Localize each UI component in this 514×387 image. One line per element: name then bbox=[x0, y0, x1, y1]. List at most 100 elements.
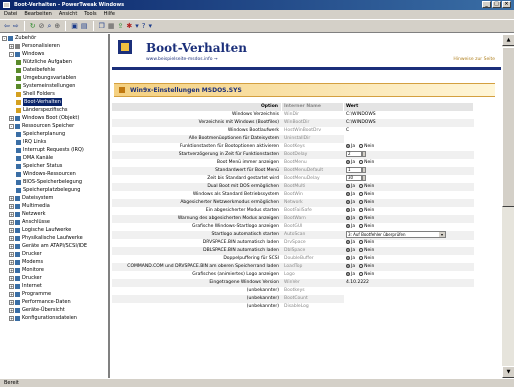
expand-icon[interactable]: + bbox=[9, 211, 14, 217]
no-radio[interactable] bbox=[359, 263, 364, 268]
dropdown-select[interactable]: 3: Auf Bootfehler überprüfen ▾ bbox=[346, 230, 446, 238]
forward-icon[interactable]: ⇨ bbox=[13, 21, 19, 31]
tree-item[interactable]: + Physikalische Laufwerke bbox=[0, 234, 108, 242]
tree-item[interactable]: Systemeinstellungen bbox=[0, 82, 108, 90]
no-radio[interactable] bbox=[359, 143, 364, 148]
expand-icon[interactable]: + bbox=[9, 267, 14, 273]
tree-item[interactable]: Boot-Verhalten bbox=[0, 98, 108, 106]
tree-item[interactable]: + Multimedia bbox=[0, 202, 108, 210]
expand-icon[interactable]: + bbox=[9, 291, 14, 297]
export-icon[interactable]: ⇪ bbox=[117, 21, 123, 31]
maximize-button[interactable]: □ bbox=[492, 1, 501, 8]
yes-radio[interactable] bbox=[346, 239, 350, 244]
tree-item[interactable]: Windows-Ressourcen bbox=[0, 170, 108, 178]
dropdown-arrow-icon[interactable]: ▾ bbox=[148, 21, 152, 31]
menu-ansicht[interactable]: Ansicht bbox=[59, 10, 77, 19]
yes-radio[interactable] bbox=[346, 159, 350, 164]
refresh-icon[interactable]: ↻ bbox=[30, 21, 36, 31]
tree-item[interactable]: IRQ Links bbox=[0, 138, 108, 146]
yes-radio[interactable] bbox=[346, 207, 350, 212]
tree-item[interactable]: + Modems bbox=[0, 258, 108, 266]
tree-item[interactable]: - Ressourcen Speicher bbox=[0, 122, 108, 130]
tree-item[interactable]: Umgebungsvariablen bbox=[0, 74, 108, 82]
scroll-down-icon[interactable]: ▼ bbox=[502, 366, 514, 378]
expand-icon[interactable]: + bbox=[9, 203, 14, 209]
yes-radio[interactable] bbox=[346, 143, 350, 148]
expand-icon[interactable]: + bbox=[9, 283, 14, 289]
tree-item[interactable]: + Drucker bbox=[0, 274, 108, 282]
tree-item[interactable]: + Netzwerk bbox=[0, 210, 108, 218]
no-radio[interactable] bbox=[359, 159, 364, 164]
tree-item[interactable]: + Monitore bbox=[0, 266, 108, 274]
tree-item[interactable]: + Anschlüsse bbox=[0, 218, 108, 226]
collapse-icon[interactable]: - bbox=[9, 123, 14, 129]
yes-radio[interactable] bbox=[346, 215, 350, 220]
collapse-icon[interactable]: - bbox=[9, 51, 14, 57]
copy-icon[interactable]: ❐ bbox=[99, 21, 105, 31]
tree-item[interactable]: Speicher Status bbox=[0, 162, 108, 170]
no-radio[interactable] bbox=[359, 207, 364, 212]
scroll-up-icon[interactable]: ▲ bbox=[502, 34, 514, 46]
website-link[interactable]: www.beispielseite-msdos.info → bbox=[146, 57, 218, 62]
minimize-button[interactable]: _ bbox=[482, 1, 491, 8]
zoom-icon[interactable]: ⊕ bbox=[54, 21, 60, 31]
tree-item[interactable]: - Windows bbox=[0, 50, 108, 58]
no-radio[interactable] bbox=[359, 215, 364, 220]
tree-item[interactable]: Nützliche Aufgaben bbox=[0, 58, 108, 66]
chevron-down-icon[interactable]: ▾ bbox=[439, 231, 445, 237]
vertical-scrollbar[interactable]: ▲ ▼ bbox=[501, 34, 514, 378]
tree-item[interactable]: + Personalisieren bbox=[0, 42, 108, 50]
tree-item[interactable]: Speicherplanung bbox=[0, 130, 108, 138]
expand-icon[interactable]: + bbox=[9, 315, 14, 321]
no-radio[interactable] bbox=[359, 223, 364, 228]
tree-item[interactable]: + Programme bbox=[0, 290, 108, 298]
tree-item[interactable]: Interrupt Requests (IRQ) bbox=[0, 146, 108, 154]
tree-item[interactable]: Shell Folders bbox=[0, 90, 108, 98]
no-radio[interactable] bbox=[359, 255, 364, 260]
expand-icon[interactable]: + bbox=[9, 299, 14, 305]
tree-item[interactable]: Speicherplatzbelegung bbox=[0, 186, 108, 194]
no-radio[interactable] bbox=[359, 271, 364, 276]
print-icon[interactable]: ▤ bbox=[81, 21, 88, 31]
no-radio[interactable] bbox=[359, 183, 364, 188]
yes-radio[interactable] bbox=[346, 223, 350, 228]
yes-radio[interactable] bbox=[346, 191, 350, 196]
tree-item[interactable]: + Internet bbox=[0, 282, 108, 290]
yes-radio[interactable] bbox=[346, 263, 350, 268]
expand-icon[interactable]: + bbox=[9, 243, 14, 249]
help-icon[interactable]: ? bbox=[142, 21, 146, 31]
help-link[interactable]: Hinweise zur Seite bbox=[453, 57, 495, 62]
save-icon[interactable]: ▣ bbox=[71, 21, 78, 31]
number-input[interactable]: 2 bbox=[346, 150, 362, 157]
yes-radio[interactable] bbox=[346, 183, 350, 188]
spinner-icon[interactable] bbox=[362, 166, 366, 173]
number-input[interactable]: 30 bbox=[346, 174, 362, 181]
tree-item[interactable]: BIOS-Speicherbelegung bbox=[0, 178, 108, 186]
paste-icon[interactable]: ▦ bbox=[108, 21, 115, 31]
tree-item[interactable]: Länderspezifischs bbox=[0, 106, 108, 114]
tree-item[interactable]: + Windows Boot (Objekt) bbox=[0, 114, 108, 122]
back-icon[interactable]: ⇦ bbox=[4, 21, 10, 31]
no-radio[interactable] bbox=[359, 199, 364, 204]
scroll-thumb[interactable] bbox=[502, 47, 514, 207]
stop-icon[interactable]: ⊘ bbox=[39, 21, 45, 31]
no-radio[interactable] bbox=[359, 247, 364, 252]
expand-icon[interactable]: + bbox=[9, 307, 14, 313]
close-button[interactable]: × bbox=[502, 1, 511, 8]
tree-item[interactable]: + Konfigurationsdateien bbox=[0, 314, 108, 322]
no-radio[interactable] bbox=[359, 239, 364, 244]
no-radio[interactable] bbox=[359, 191, 364, 196]
expand-icon[interactable]: + bbox=[9, 227, 14, 233]
menu-hilfe[interactable]: Hilfe bbox=[104, 10, 115, 19]
menu-datei[interactable]: Datei bbox=[4, 10, 17, 19]
number-input[interactable]: 1 bbox=[346, 166, 362, 173]
menu-tools[interactable]: Tools bbox=[84, 10, 96, 19]
expand-icon[interactable]: + bbox=[9, 43, 14, 49]
tree-item[interactable]: + Geräte-Übersicht bbox=[0, 306, 108, 314]
yes-radio[interactable] bbox=[346, 247, 350, 252]
expand-icon[interactable]: + bbox=[9, 115, 14, 121]
tree-item[interactable]: + Performance-Daten bbox=[0, 298, 108, 306]
dropdown-arrow-icon[interactable]: ▾ bbox=[135, 21, 139, 31]
options-icon[interactable]: ✱ bbox=[126, 21, 132, 31]
tree-item[interactable]: + Geräte am ATAPI/SCSI/IDE bbox=[0, 242, 108, 250]
